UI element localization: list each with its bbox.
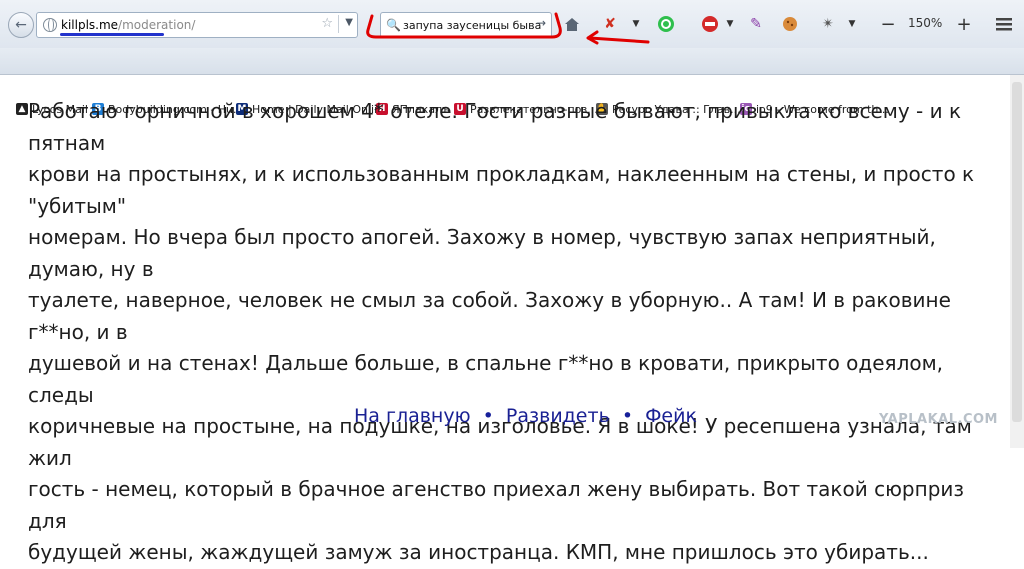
post-nav: На главную • Развидеть • Фейк (354, 405, 697, 427)
pin-icon[interactable]: ✴ (818, 14, 838, 34)
browser-toolbar: ← killpls.me/moderation/ ☆ ▼ 🔍 запупа за… (0, 0, 1024, 49)
nav-separator: • (482, 405, 494, 427)
zoom-level[interactable]: 150% (908, 16, 942, 30)
adblock-dropdown-icon[interactable]: ▼ (720, 14, 740, 34)
zoom-out-icon[interactable]: − (878, 14, 898, 35)
red-annotation-marks (366, 12, 650, 45)
post-line: номерам. Но вчера был просто апогей. Зах… (28, 225, 936, 281)
post-line: Работаю горничной в хорошем 4* отеле. Го… (28, 99, 962, 155)
adblock-icon[interactable] (700, 14, 720, 34)
post-line: гость - немец, который в брачное агенств… (28, 477, 965, 533)
menu-icon[interactable] (994, 14, 1014, 34)
post-line: душевой и на стенах! Дальше больше, в сп… (28, 351, 944, 407)
block-icon[interactable]: ✘ (600, 14, 620, 34)
fake-link[interactable]: Фейк (645, 405, 697, 427)
cookie-icon[interactable] (780, 14, 800, 34)
lycos-dog-icon: ▲ (16, 103, 28, 115)
post-line: будущей жены, жаждущей замуж за иностран… (28, 540, 929, 564)
nav-separator: • (621, 405, 634, 427)
refresh-addon-icon[interactable] (656, 14, 676, 34)
pen-icon[interactable]: ✎ (746, 14, 766, 34)
home-link[interactable]: На главную (354, 405, 471, 427)
post-text: Работаю горничной в хорошем 4* отеле. Го… (28, 96, 1008, 569)
scrollbar-thumb[interactable] (1012, 82, 1022, 422)
bookmarks-toolbar: ▲ Lycos Mail B Bodybuilding.com - Hu... … (0, 48, 1024, 116)
home-icon[interactable] (562, 14, 582, 34)
post-line: туалете, наверное, человек не смыл за со… (28, 288, 951, 344)
zoom-in-icon[interactable]: + (954, 14, 974, 35)
dropdown-icon[interactable]: ▼ (626, 14, 646, 34)
unsee-link[interactable]: Развидеть (506, 405, 610, 427)
post-line: крови на простынях, и к использованным п… (28, 162, 975, 218)
watermark: YAPLAKAL.COM (879, 412, 998, 427)
pin-dropdown-icon[interactable]: ▼ (842, 14, 862, 34)
